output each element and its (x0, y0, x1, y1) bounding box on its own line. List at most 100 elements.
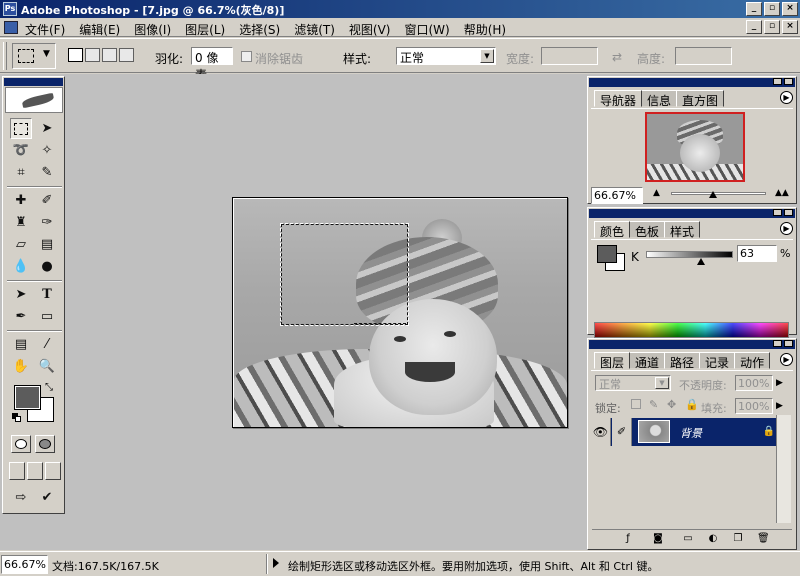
panel-menu-arrow-icon[interactable]: ▶ (780, 222, 793, 235)
navigator-zoom-input[interactable]: 66.67% (591, 187, 643, 204)
panel-menu-arrow-icon[interactable]: ▶ (780, 91, 793, 104)
tab-info[interactable]: 信息 (641, 90, 678, 108)
lock-all-icon[interactable]: 🔒 (685, 398, 699, 411)
status-menu-arrow-icon[interactable] (273, 558, 279, 568)
color-ramp[interactable] (594, 322, 789, 338)
eraser-tool[interactable]: ▱ (10, 234, 32, 255)
tab-paths[interactable]: 路径 (664, 352, 701, 370)
add-selection-button[interactable] (85, 48, 100, 62)
type-tool[interactable]: T (36, 284, 58, 305)
document-canvas[interactable] (234, 199, 567, 427)
tab-color[interactable]: 颜色 (594, 221, 631, 239)
width-input[interactable] (541, 47, 598, 65)
zoom-in-icon[interactable]: ▲▲ (775, 188, 789, 198)
tab-styles[interactable]: 样式 (664, 221, 701, 239)
lock-image-icon[interactable]: ✎ (649, 398, 658, 411)
standard-mode-button[interactable] (11, 435, 31, 453)
toolbox-title-bar[interactable] (4, 78, 63, 86)
adjustment-layer-icon[interactable]: ◐ (707, 533, 719, 545)
layer-visibility-eye-icon[interactable]: 👁 (591, 418, 611, 446)
navigator-preview[interactable] (645, 112, 745, 182)
new-layer-icon[interactable]: ❐ (732, 533, 744, 545)
layers-panel-title-bar[interactable] (589, 340, 795, 349)
panel-minimize-button[interactable] (773, 209, 782, 216)
navigator-zoom-slider[interactable] (671, 192, 766, 195)
new-selection-button[interactable] (68, 48, 83, 62)
default-colors-icon[interactable] (12, 413, 21, 422)
restore-button[interactable]: ▫ (764, 2, 780, 16)
fill-input[interactable]: 100% (735, 398, 773, 414)
document-size-info[interactable]: 文档:167.5K/167.5K (52, 558, 159, 574)
jump-to-imageready-icon[interactable]: ⇨ (10, 487, 32, 508)
subtract-selection-button[interactable] (102, 48, 117, 62)
doc-restore-button[interactable]: ▫ (764, 20, 780, 34)
style-select[interactable]: 正常 ▼ (396, 47, 496, 65)
close-button[interactable]: × (782, 2, 798, 16)
options-bar-gripper[interactable] (3, 42, 7, 70)
panel-close-button[interactable] (784, 209, 793, 216)
layer-style-icon[interactable]: ƒ (622, 533, 634, 545)
menu-filter[interactable]: 滤镜(T) (293, 20, 336, 39)
marquee-tool[interactable] (10, 118, 32, 139)
blur-tool[interactable]: 💧 (10, 256, 32, 277)
fill-arrow-icon[interactable]: ▶ (776, 401, 783, 411)
quick-mask-mode-button[interactable] (35, 435, 55, 453)
menu-edit[interactable]: 编辑(E) (78, 20, 121, 39)
clone-stamp-tool[interactable]: ♜ (10, 212, 32, 233)
layer-row-background[interactable]: 👁 ✐ 背景 🔒 (591, 418, 779, 446)
hand-tool[interactable]: ✋ (10, 356, 32, 377)
tool-preset-picker[interactable]: ▼ (12, 43, 56, 69)
crop-tool[interactable]: ⌗ (10, 162, 32, 183)
tab-histogram[interactable]: 直方图 (676, 90, 725, 108)
zoom-tool[interactable]: 🔍 (36, 356, 58, 377)
new-set-icon[interactable]: ▭ (682, 533, 694, 545)
panel-minimize-button[interactable] (773, 340, 782, 347)
k-value-input[interactable]: 63 (737, 245, 777, 262)
panel-close-button[interactable] (784, 340, 793, 347)
color-panel-title-bar[interactable] (589, 209, 795, 218)
magic-wand-tool[interactable]: ✧ (36, 140, 58, 161)
path-selection-tool[interactable]: ➤ (10, 284, 32, 305)
photoshop-app-icon[interactable]: Ps (3, 2, 17, 16)
menu-window[interactable]: 窗口(W) (403, 20, 450, 39)
lock-position-icon[interactable]: ✥ (667, 398, 676, 411)
healing-brush-tool[interactable]: ✚ (10, 190, 32, 211)
brush-tool[interactable]: ✐ (36, 190, 58, 211)
feather-input[interactable]: 0 像素 (191, 47, 233, 82)
tab-swatches[interactable]: 色板 (629, 221, 666, 239)
layer-brush-icon[interactable]: ✐ (612, 418, 632, 446)
tab-actions[interactable]: 动作 (734, 352, 771, 370)
menu-layer[interactable]: 图层(L) (184, 20, 226, 39)
full-screen-mode-button[interactable] (45, 462, 61, 480)
zoom-out-icon[interactable]: ▲ (653, 188, 660, 198)
menu-image[interactable]: 图像(I) (133, 20, 172, 39)
full-screen-menu-mode-button[interactable] (27, 462, 43, 480)
navigator-panel-title-bar[interactable] (589, 78, 795, 87)
lock-transparency-icon[interactable] (631, 399, 641, 409)
antialias-checkbox[interactable] (241, 51, 252, 62)
notes-tool[interactable]: ▤ (10, 334, 32, 355)
slice-tool[interactable]: ✎ (36, 162, 58, 183)
imageready-icon[interactable]: ✔ (36, 487, 58, 508)
panel-menu-arrow-icon[interactable]: ▶ (780, 353, 793, 366)
doc-close-button[interactable]: × (782, 20, 798, 34)
menu-view[interactable]: 视图(V) (348, 20, 392, 39)
gradient-tool[interactable]: ▤ (36, 234, 58, 255)
tab-navigator[interactable]: 导航器 (594, 90, 643, 108)
lasso-tool[interactable]: ➰ (10, 140, 32, 161)
tab-history[interactable]: 记录 (699, 352, 736, 370)
color-foreground-swatch[interactable] (597, 245, 617, 263)
intersect-selection-button[interactable] (119, 48, 134, 62)
panel-close-button[interactable] (784, 78, 793, 85)
navigator-zoom-slider-thumb[interactable] (709, 191, 717, 198)
dodge-tool[interactable]: ● (36, 256, 58, 277)
layers-scrollbar[interactable] (776, 415, 791, 523)
status-zoom-input[interactable]: 66.67% (1, 555, 48, 574)
document-window[interactable] (232, 197, 568, 428)
swap-dimensions-icon[interactable]: ⇄ (612, 50, 622, 64)
foreground-color-swatch[interactable] (14, 385, 41, 410)
standard-screen-mode-button[interactable] (9, 462, 25, 480)
minimize-button[interactable]: _ (746, 2, 762, 16)
pen-tool[interactable]: ✒ (10, 306, 32, 327)
swap-colors-icon[interactable]: ⤡ (45, 382, 53, 393)
